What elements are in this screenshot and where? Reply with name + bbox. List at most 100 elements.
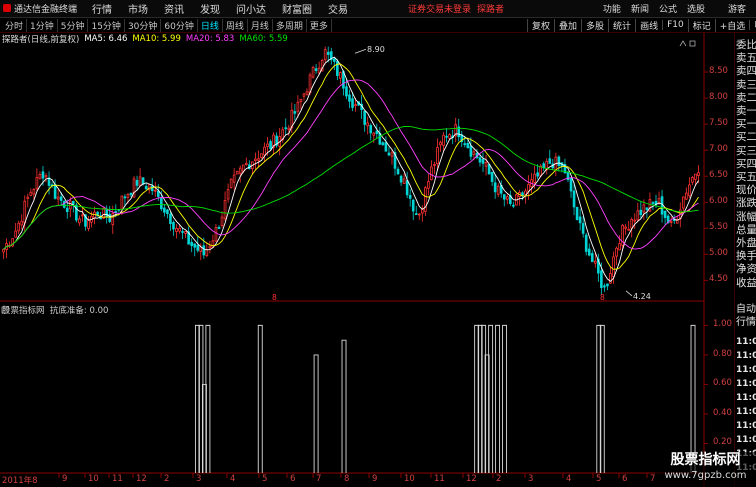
time-month-17: 4 xyxy=(566,474,572,484)
indicator-spike xyxy=(341,339,347,473)
candle-body xyxy=(587,248,591,256)
candle-body xyxy=(205,249,209,257)
kline-chart[interactable]: 8.90 4.24 8 8 xyxy=(0,0,756,487)
price-tick-8: 4.50 xyxy=(709,274,728,285)
price-tick-7: 5.00 xyxy=(709,248,728,259)
candle-body xyxy=(414,213,418,216)
candle-body xyxy=(120,195,124,210)
time-month-18: 5 xyxy=(596,474,602,484)
candle-body xyxy=(87,220,90,229)
sidebar-item-13: 涨幅 xyxy=(736,210,756,223)
indicator-spike xyxy=(502,324,508,473)
candle-body xyxy=(123,196,127,199)
low-pointer xyxy=(625,290,633,297)
candle-body xyxy=(569,178,573,192)
sidebar-item-5: 卖一 xyxy=(736,105,756,117)
candle-body xyxy=(542,163,546,169)
candle-body xyxy=(156,190,160,197)
candle-body xyxy=(354,104,357,107)
candle-body xyxy=(257,158,260,161)
sidebar-time-1: 11:07 xyxy=(736,351,756,361)
time-month-11: 9 xyxy=(372,474,378,484)
candle-body xyxy=(536,172,539,177)
candle-body xyxy=(296,101,300,112)
sidebar-time-5: 11:07 xyxy=(736,407,756,417)
candle-body xyxy=(2,248,5,253)
candle-body xyxy=(35,176,39,190)
indicator-spike xyxy=(495,324,501,473)
sidebar-item-14: 总量 xyxy=(736,223,756,236)
candle-body xyxy=(153,189,157,192)
candle-body xyxy=(624,226,627,229)
candle-body xyxy=(311,66,315,78)
candle-body xyxy=(339,72,342,79)
price-tick-2: 7.50 xyxy=(709,118,728,129)
candle-body xyxy=(105,208,109,218)
candle-body xyxy=(421,208,424,214)
candle-body xyxy=(390,152,394,157)
candle-body xyxy=(214,227,218,242)
candle-body xyxy=(496,185,500,195)
candle-body xyxy=(56,196,60,200)
candle-body xyxy=(72,200,75,205)
collapse-icon xyxy=(679,40,687,47)
candle-body xyxy=(691,177,694,183)
candle-body xyxy=(232,174,236,183)
candle-body xyxy=(241,164,245,172)
sidebar-item-3: 卖三 xyxy=(736,78,756,91)
candle-body xyxy=(263,146,266,156)
candle-body xyxy=(685,192,688,200)
candle-body xyxy=(302,93,306,97)
candle-body xyxy=(411,199,415,212)
candle-body xyxy=(41,171,45,179)
candle-body xyxy=(314,68,318,71)
price-tick-4: 6.50 xyxy=(709,170,728,181)
sidebar-time-0: 11:07 xyxy=(736,337,756,347)
time-month-15: 2 xyxy=(496,474,502,484)
candle-body xyxy=(578,216,582,224)
candle-body xyxy=(527,184,530,192)
candle-body xyxy=(669,221,673,223)
ind-tick-4: 0.20 xyxy=(713,437,732,448)
time-month-3: 12 xyxy=(136,474,147,484)
candle-body xyxy=(202,245,206,256)
candle-body xyxy=(427,181,430,189)
time-month-6: 4 xyxy=(230,474,236,484)
indicator-spike xyxy=(690,324,696,473)
ma10-line xyxy=(3,63,699,270)
candle-body xyxy=(512,204,515,207)
candle-body xyxy=(584,234,588,252)
candle-body xyxy=(326,51,330,55)
candle-body xyxy=(266,143,269,148)
candle-body xyxy=(396,168,400,175)
sidebar-auto[interactable]: 自动 xyxy=(736,304,756,316)
candle-body xyxy=(399,175,403,183)
candle-body xyxy=(332,58,336,62)
candle-body xyxy=(169,213,172,225)
time-month-5: 3 xyxy=(196,474,202,484)
sidebar-quote[interactable]: 行情 xyxy=(736,317,756,329)
candle-body xyxy=(557,156,561,166)
candle-body xyxy=(238,167,242,174)
sidebar-item-15: 外盘 xyxy=(736,237,756,249)
ma5-line xyxy=(3,56,699,283)
candle-body xyxy=(32,188,36,195)
ma60-line xyxy=(3,125,699,250)
candle-body xyxy=(606,283,609,287)
candle-body xyxy=(651,202,655,205)
candle-body xyxy=(138,176,142,186)
time-month-10: 8 xyxy=(344,474,350,484)
marker-0: 8 xyxy=(272,293,277,302)
candle-body xyxy=(505,196,509,200)
candle-body xyxy=(254,158,257,162)
quote-sidebar: 委比 卖五 卖四 卖三 卖二 卖一 买一 买二 买三 买四 买五 现价 涨跌 涨幅 总量 外盘 换手 净资 收益 自动… xyxy=(734,33,756,487)
candle-body xyxy=(639,209,643,216)
indicator-spike xyxy=(257,324,263,473)
time-month-8: 6 xyxy=(290,474,296,484)
price-tick-1: 8.00 xyxy=(709,92,728,103)
candle-body xyxy=(433,164,436,166)
candle-body xyxy=(694,173,697,180)
candle-body xyxy=(524,190,527,195)
candle-body xyxy=(633,219,637,222)
candle-body xyxy=(472,151,476,155)
